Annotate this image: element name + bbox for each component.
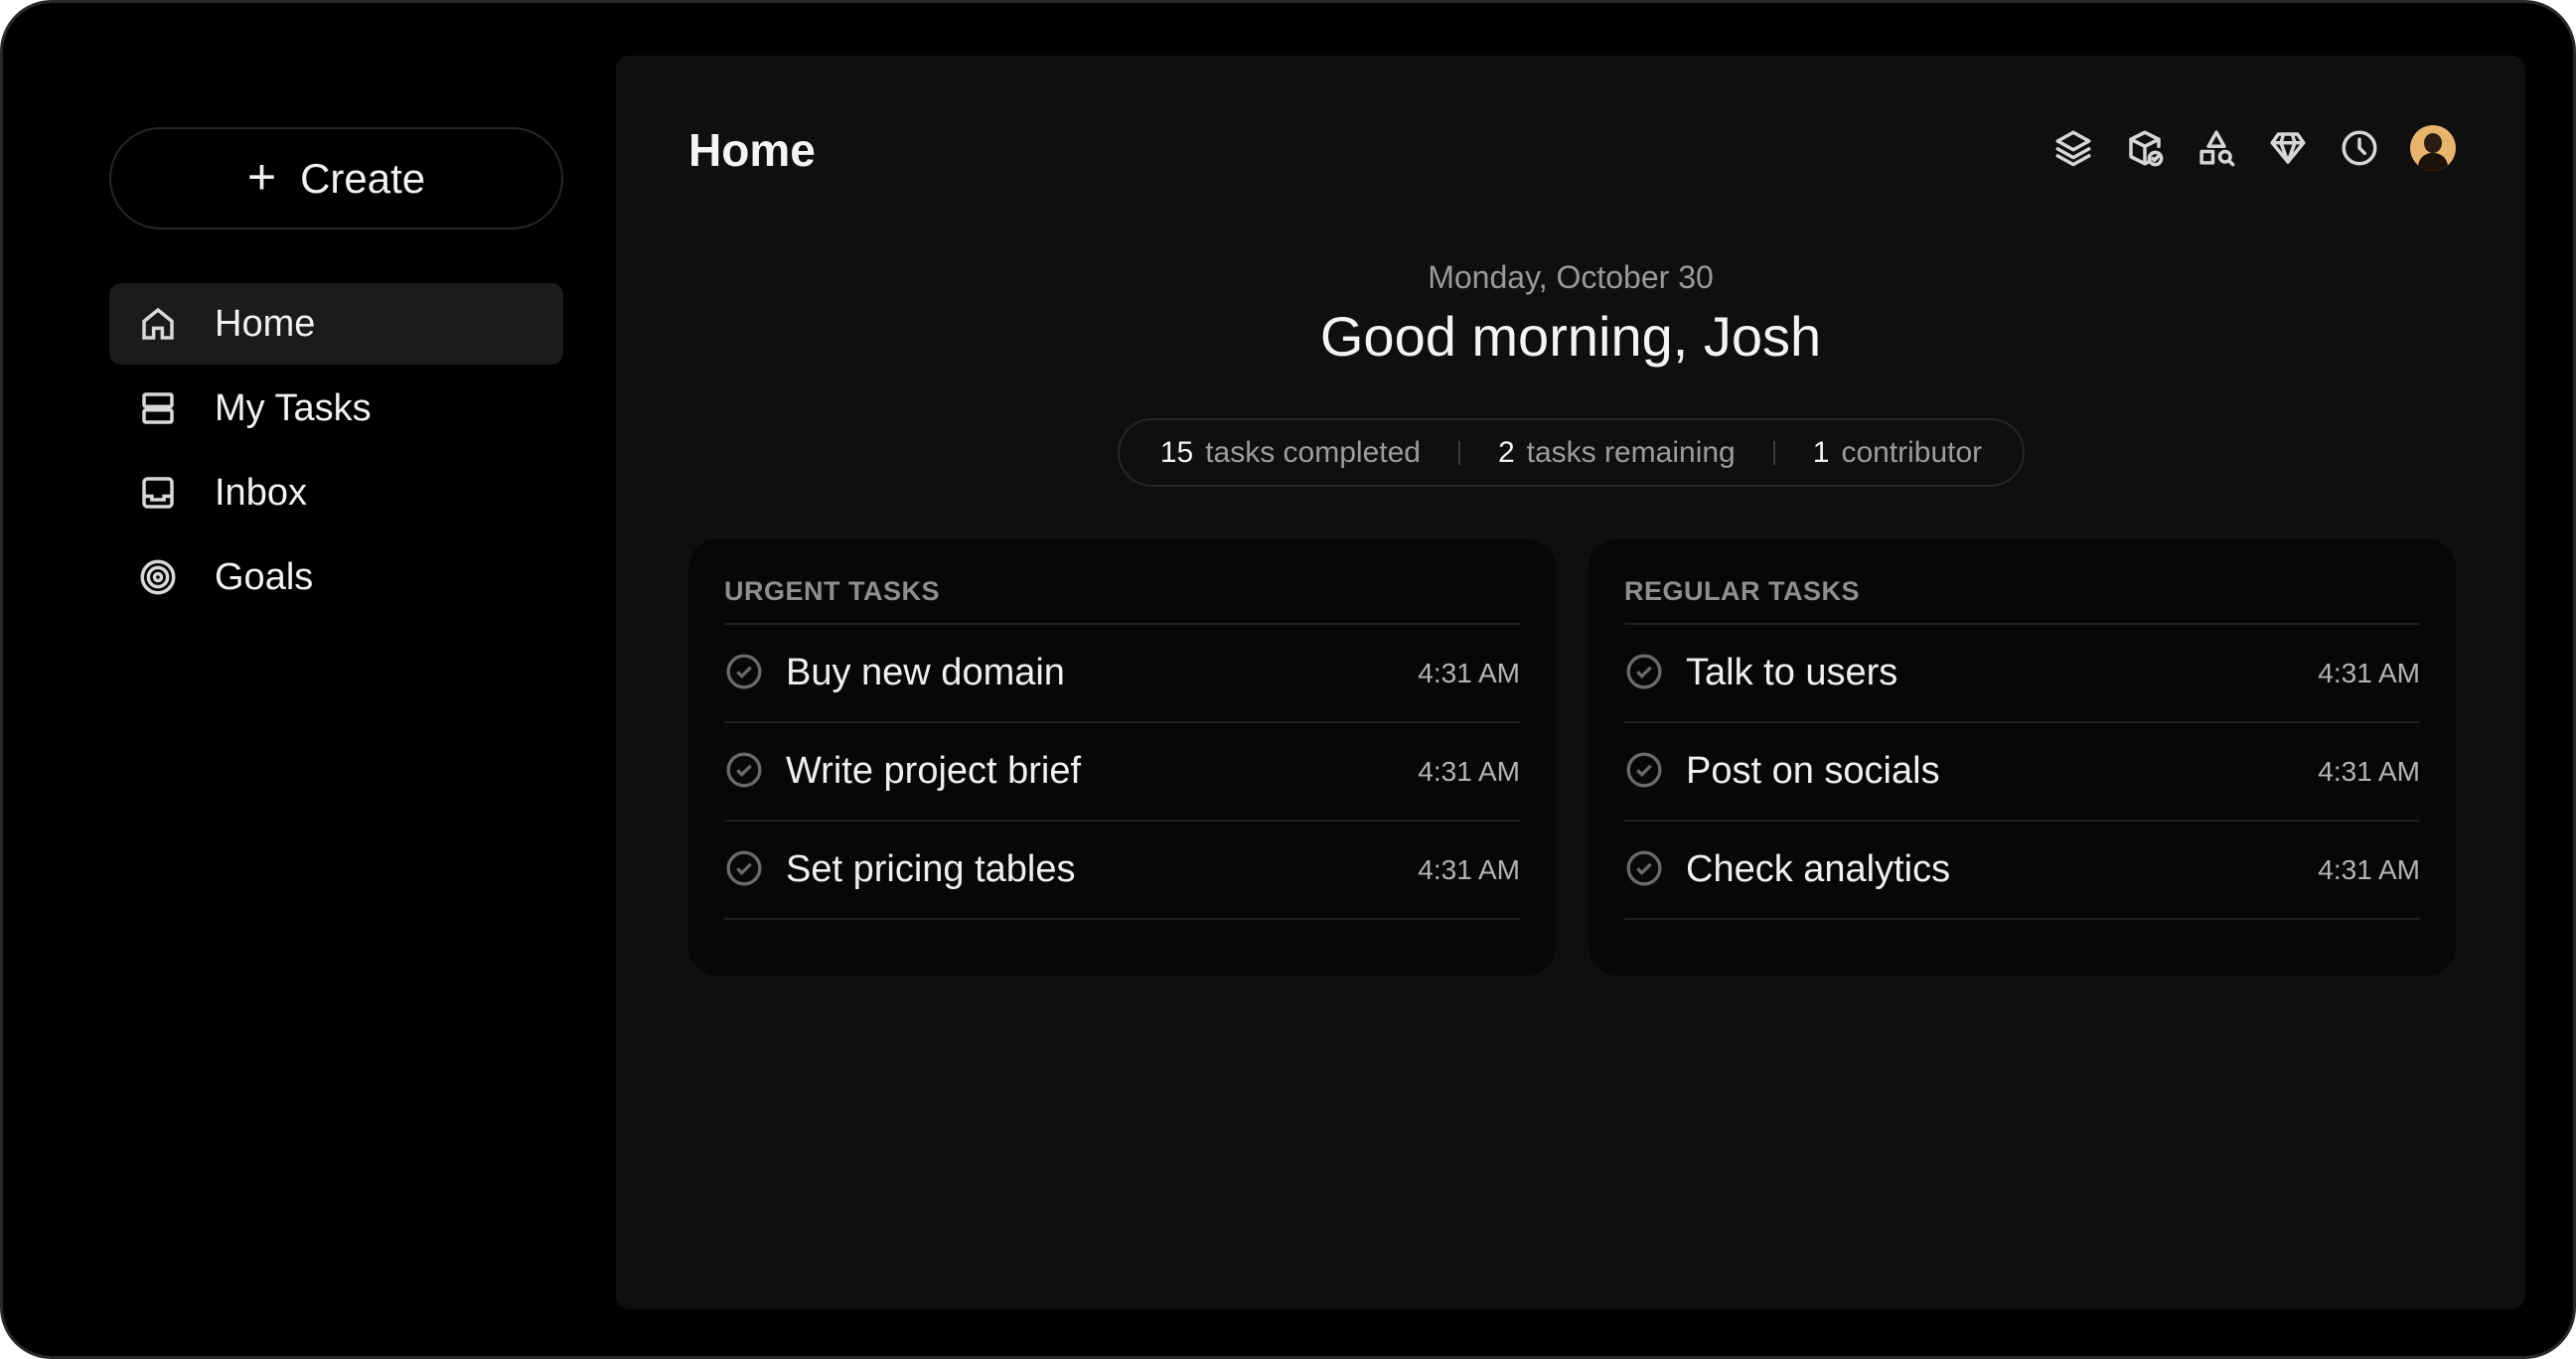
app-window: + Create Home My Tasks Inbox Goals Home	[0, 0, 2576, 1359]
history-button[interactable]	[2339, 127, 2380, 169]
check-circle-icon[interactable]	[1624, 848, 1668, 892]
plus-icon: +	[246, 148, 277, 205]
tasks-icon	[142, 392, 174, 424]
sidebar-item-label: Inbox	[215, 471, 307, 514]
gem-icon	[2270, 132, 2306, 164]
task-name: Set pricing tables	[786, 848, 1076, 890]
task-time: 4:31 AM	[1418, 755, 1520, 787]
regular-tasks-card: REGULAR TASKS Talk to users 4:31 AM Post…	[1589, 538, 2456, 976]
sidebar-item-goals[interactable]: Goals	[109, 536, 563, 618]
check-circle-icon[interactable]	[724, 750, 768, 794]
stat-value: 15	[1159, 435, 1194, 469]
target-icon	[140, 559, 176, 595]
home-icon	[142, 307, 174, 340]
task-row[interactable]: Talk to users 4:31 AM	[1624, 625, 2420, 723]
task-name: Talk to users	[1686, 652, 1898, 693]
task-name: Write project brief	[786, 750, 1082, 792]
task-row[interactable]: Write project brief 4:31 AM	[724, 723, 1520, 822]
task-name: Buy new domain	[786, 652, 1065, 693]
clock-icon	[2342, 130, 2377, 166]
check-circle-icon[interactable]	[1624, 750, 1668, 794]
task-row[interactable]: Check analytics 4:31 AM	[1624, 822, 2420, 920]
stat-value: 1	[1812, 435, 1830, 469]
inbox-icon	[142, 477, 174, 509]
stat-label: tasks completed	[1205, 435, 1421, 469]
check-circle-icon[interactable]	[1624, 652, 1668, 695]
stat-label: tasks remaining	[1526, 435, 1736, 469]
task-time: 4:31 AM	[2318, 755, 2420, 787]
sidebar-item-label: My Tasks	[215, 386, 372, 429]
sidebar-nav: Home My Tasks Inbox Goals	[109, 283, 563, 621]
gem-button[interactable]	[2267, 127, 2309, 169]
date-label: Monday, October 30	[1428, 259, 1714, 295]
sidebar-item-label: Home	[215, 302, 316, 345]
layers-button[interactable]	[2052, 127, 2094, 169]
task-row[interactable]: Buy new domain 4:31 AM	[724, 625, 1520, 723]
main-panel: Home Monday, October 30 Good morning, Jo…	[616, 56, 2525, 1309]
task-time: 4:31 AM	[1418, 657, 1520, 688]
task-name: Post on socials	[1686, 750, 1940, 792]
create-label: Create	[300, 154, 426, 202]
sidebar-item-my-tasks[interactable]: My Tasks	[109, 368, 563, 449]
avatar[interactable]	[2410, 125, 2456, 171]
stat-value: 2	[1497, 435, 1515, 469]
task-name: Check analytics	[1686, 848, 1951, 890]
shapes-search-button[interactable]	[2196, 127, 2237, 169]
sidebar-item-inbox[interactable]: Inbox	[109, 452, 563, 533]
stat-tasks-completed: 15 tasks completed	[1123, 436, 1458, 470]
stat-contributors: 1 contributor	[1775, 436, 2020, 470]
sidebar-item-home[interactable]: Home	[109, 283, 563, 365]
stat-tasks-remaining: 2 tasks remaining	[1460, 436, 1773, 470]
header-toolbar	[2052, 125, 2456, 171]
greeting-heading: Good morning, Josh	[1319, 305, 1822, 368]
card-title: REGULAR TASKS	[1624, 576, 2420, 625]
task-row[interactable]: Set pricing tables 4:31 AM	[724, 822, 1520, 920]
create-button[interactable]: + Create	[109, 127, 563, 229]
layers-icon	[2055, 130, 2091, 167]
urgent-tasks-card: URGENT TASKS Buy new domain 4:31 AM Writ…	[688, 538, 1556, 976]
check-circle-icon[interactable]	[724, 652, 768, 695]
sidebar-item-label: Goals	[215, 555, 314, 598]
package-check-icon	[2129, 130, 2164, 167]
check-circle-icon[interactable]	[724, 848, 768, 892]
task-time: 4:31 AM	[2318, 853, 2420, 885]
package-button[interactable]	[2124, 127, 2166, 169]
card-title: URGENT TASKS	[724, 576, 1520, 625]
task-row[interactable]: Post on socials 4:31 AM	[1624, 723, 2420, 822]
shapes-search-icon	[2199, 130, 2235, 167]
task-time: 4:31 AM	[2318, 657, 2420, 688]
page-title: Home	[688, 124, 816, 176]
stat-label: contributor	[1841, 435, 1983, 469]
stats-pill: 15 tasks completed 2 tasks remaining 1 c…	[1118, 418, 2025, 487]
task-time: 4:31 AM	[1418, 853, 1520, 885]
